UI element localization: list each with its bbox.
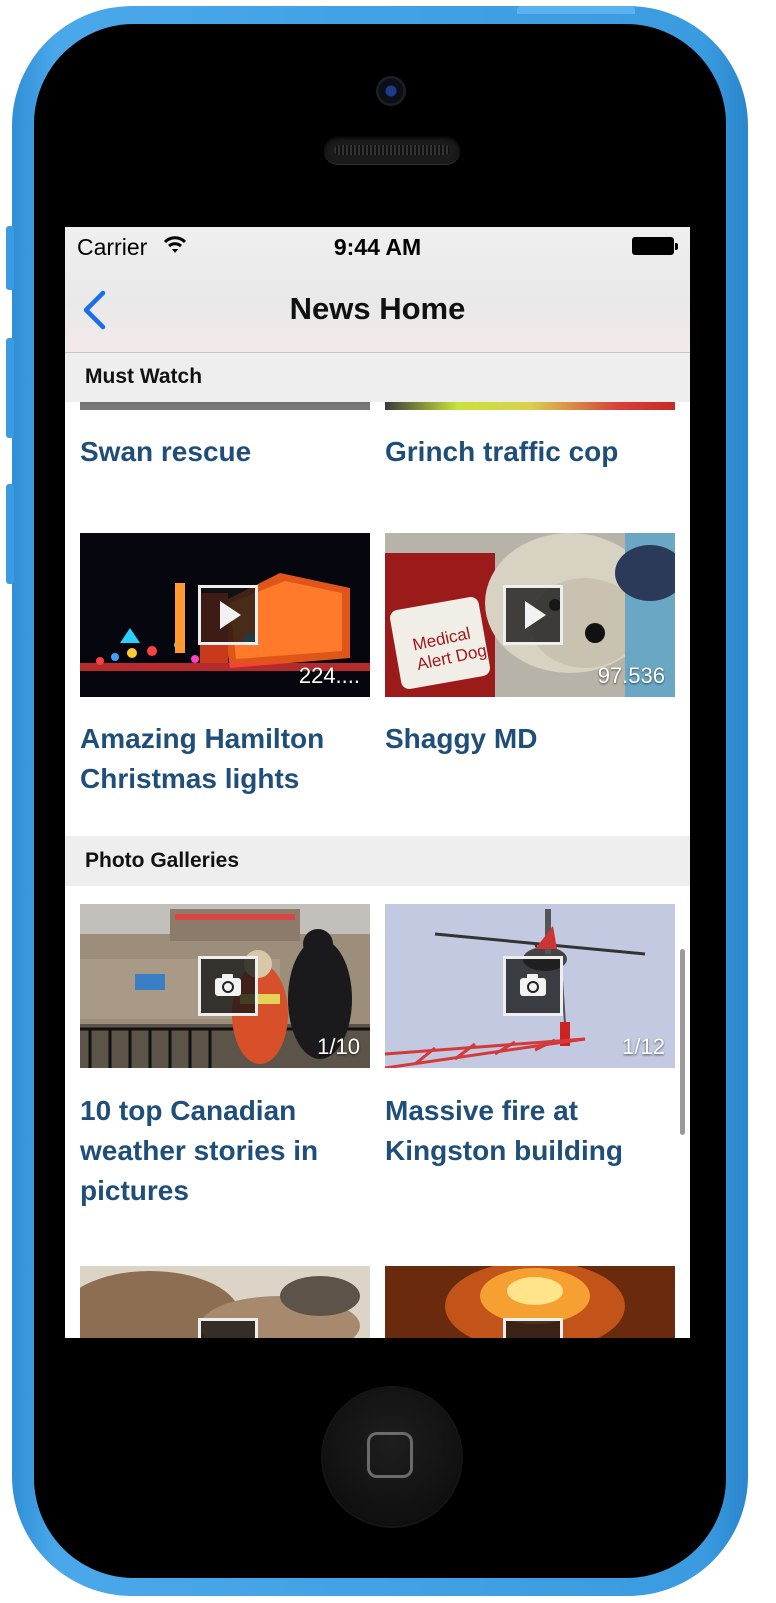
app-screen: Swan rescue Grinch traffic cop 224.... M… (65, 227, 690, 1338)
volume-down-button (6, 484, 14, 584)
thumbnail-weather-stories[interactable]: 1/10 (80, 904, 370, 1068)
view-count: 224.... (298, 663, 360, 688)
home-square-icon (367, 1432, 413, 1478)
thumbnail-christmas-lights[interactable]: 224.... (80, 533, 370, 697)
navigation-bar: Carrier 9:44 AM News Home (65, 227, 690, 353)
thumbnail-shaggy-md[interactable]: Medical Alert Dog 97.536 (385, 533, 675, 697)
nav-title: News Home (289, 291, 466, 326)
camera-icon (198, 956, 258, 1016)
speaker-grille (324, 136, 460, 164)
thumbnail-kingston-fire[interactable]: 1/12 (385, 904, 675, 1068)
camera-icon (503, 1318, 563, 1338)
photo-count: 1/12 (622, 1034, 665, 1059)
thumbnail-cats[interactable] (80, 1266, 370, 1338)
mute-switch (6, 226, 14, 290)
battery-icon (632, 237, 678, 255)
item-title[interactable]: 10 top Canadian weather stories in pictu… (80, 1091, 370, 1211)
status-time: 9:44 AM (333, 234, 422, 260)
item-title[interactable]: Swan rescue (80, 432, 370, 472)
item-title[interactable]: Shaggy MD (385, 719, 675, 759)
camera-icon (503, 956, 563, 1016)
item-title[interactable]: Grinch traffic cop (385, 432, 675, 472)
play-icon (198, 585, 258, 645)
play-icon (503, 585, 563, 645)
sleep-button (517, 6, 635, 14)
section-header-photo-galleries: Photo Galleries (65, 836, 690, 886)
volume-up-button (6, 338, 14, 438)
item-title[interactable]: Amazing Hamilton Christmas lights (80, 719, 370, 799)
status-bar: Carrier 9:44 AM (65, 227, 690, 267)
home-button[interactable] (323, 1388, 461, 1526)
section-header-must-watch: Must Watch (65, 352, 690, 402)
view-count: 97.536 (597, 663, 665, 688)
front-camera-icon (376, 76, 406, 106)
scroll-indicator[interactable] (680, 949, 685, 1135)
item-title[interactable]: Massive fire at Kingston building (385, 1091, 675, 1171)
camera-icon (198, 1318, 258, 1338)
thumbnail-explosion[interactable] (385, 1266, 675, 1338)
photo-count: 1/10 (317, 1034, 360, 1059)
